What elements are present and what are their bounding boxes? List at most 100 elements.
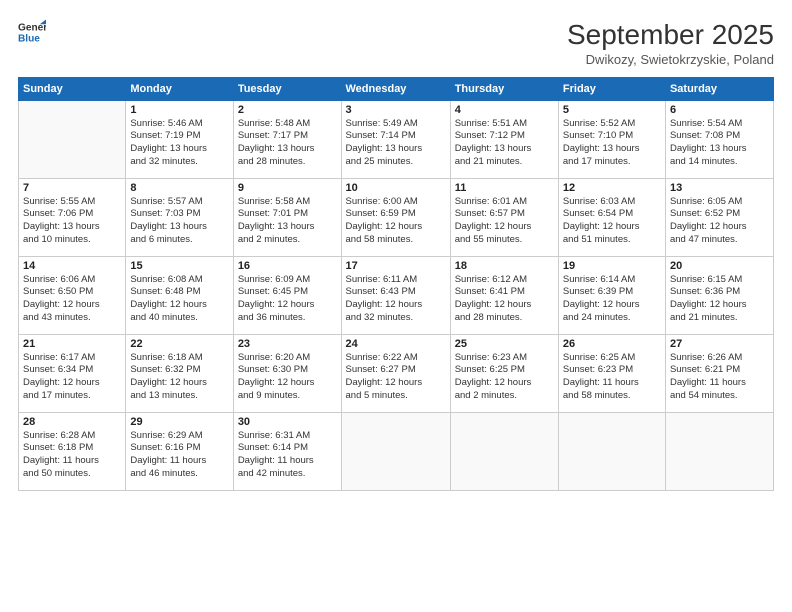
table-row: [19, 100, 126, 178]
day-number: 6: [670, 104, 769, 116]
day-info: Sunset: 6:16 PM: [130, 442, 228, 455]
day-info: Sunset: 6:39 PM: [563, 286, 661, 299]
table-row: [558, 412, 665, 490]
day-number: 13: [670, 182, 769, 194]
table-row: 19Sunrise: 6:14 AMSunset: 6:39 PMDayligh…: [558, 256, 665, 334]
day-info: Sunset: 6:45 PM: [238, 286, 337, 299]
day-info: Daylight: 12 hours: [563, 221, 661, 234]
day-info: and 55 minutes.: [455, 234, 554, 247]
table-row: 10Sunrise: 6:00 AMSunset: 6:59 PMDayligh…: [341, 178, 450, 256]
day-info: Sunset: 7:14 PM: [346, 130, 446, 143]
table-row: 13Sunrise: 6:05 AMSunset: 6:52 PMDayligh…: [665, 178, 773, 256]
day-info: Sunset: 6:25 PM: [455, 364, 554, 377]
day-info: Daylight: 13 hours: [130, 221, 228, 234]
table-row: [341, 412, 450, 490]
day-info: and 46 minutes.: [130, 468, 228, 481]
table-row: [450, 412, 558, 490]
day-info: Daylight: 11 hours: [238, 455, 337, 468]
day-info: Sunset: 7:12 PM: [455, 130, 554, 143]
day-info: Daylight: 12 hours: [670, 299, 769, 312]
day-info: Daylight: 11 hours: [670, 377, 769, 390]
day-info: Daylight: 12 hours: [346, 299, 446, 312]
day-info: Sunrise: 6:23 AM: [455, 352, 554, 365]
day-info: Daylight: 11 hours: [563, 377, 661, 390]
table-row: 29Sunrise: 6:29 AMSunset: 6:16 PMDayligh…: [126, 412, 233, 490]
day-info: Sunset: 6:34 PM: [23, 364, 121, 377]
day-info: Sunset: 6:30 PM: [238, 364, 337, 377]
day-info: Daylight: 12 hours: [238, 377, 337, 390]
day-info: Sunrise: 5:52 AM: [563, 118, 661, 131]
day-info: Sunrise: 6:03 AM: [563, 196, 661, 209]
day-info: and 51 minutes.: [563, 234, 661, 247]
day-info: Sunrise: 6:18 AM: [130, 352, 228, 365]
day-info: Sunset: 6:50 PM: [23, 286, 121, 299]
day-number: 7: [23, 182, 121, 194]
day-info: Daylight: 12 hours: [346, 377, 446, 390]
day-info: and 10 minutes.: [23, 234, 121, 247]
day-info: Sunset: 6:21 PM: [670, 364, 769, 377]
table-row: 5Sunrise: 5:52 AMSunset: 7:10 PMDaylight…: [558, 100, 665, 178]
day-number: 22: [130, 338, 228, 350]
col-tuesday: Tuesday: [233, 77, 341, 100]
day-number: 27: [670, 338, 769, 350]
table-row: 30Sunrise: 6:31 AMSunset: 6:14 PMDayligh…: [233, 412, 341, 490]
day-info: Sunrise: 6:17 AM: [23, 352, 121, 365]
day-info: Sunset: 6:59 PM: [346, 208, 446, 221]
table-row: 6Sunrise: 5:54 AMSunset: 7:08 PMDaylight…: [665, 100, 773, 178]
day-info: Daylight: 12 hours: [346, 221, 446, 234]
day-info: Sunrise: 5:51 AM: [455, 118, 554, 131]
day-info: and 17 minutes.: [23, 390, 121, 403]
day-info: Daylight: 12 hours: [455, 221, 554, 234]
table-row: 17Sunrise: 6:11 AMSunset: 6:43 PMDayligh…: [341, 256, 450, 334]
day-info: and 5 minutes.: [346, 390, 446, 403]
day-info: Daylight: 12 hours: [23, 299, 121, 312]
day-info: Daylight: 12 hours: [238, 299, 337, 312]
col-sunday: Sunday: [19, 77, 126, 100]
day-number: 4: [455, 104, 554, 116]
day-number: 11: [455, 182, 554, 194]
col-monday: Monday: [126, 77, 233, 100]
day-number: 15: [130, 260, 228, 272]
day-number: 21: [23, 338, 121, 350]
day-info: and 42 minutes.: [238, 468, 337, 481]
table-row: 28Sunrise: 6:28 AMSunset: 6:18 PMDayligh…: [19, 412, 126, 490]
day-info: Sunset: 7:06 PM: [23, 208, 121, 221]
table-row: 11Sunrise: 6:01 AMSunset: 6:57 PMDayligh…: [450, 178, 558, 256]
table-row: 18Sunrise: 6:12 AMSunset: 6:41 PMDayligh…: [450, 256, 558, 334]
day-number: 10: [346, 182, 446, 194]
table-row: [665, 412, 773, 490]
day-info: and 32 minutes.: [130, 156, 228, 169]
day-info: Sunrise: 5:55 AM: [23, 196, 121, 209]
day-info: Sunrise: 6:28 AM: [23, 430, 121, 443]
day-info: Daylight: 13 hours: [346, 143, 446, 156]
table-row: 22Sunrise: 6:18 AMSunset: 6:32 PMDayligh…: [126, 334, 233, 412]
day-info: Sunrise: 5:46 AM: [130, 118, 228, 131]
day-info: Sunrise: 6:08 AM: [130, 274, 228, 287]
day-info: and 28 minutes.: [455, 312, 554, 325]
day-info: Sunset: 7:17 PM: [238, 130, 337, 143]
day-info: and 13 minutes.: [130, 390, 228, 403]
day-info: Sunrise: 5:48 AM: [238, 118, 337, 131]
table-row: 15Sunrise: 6:08 AMSunset: 6:48 PMDayligh…: [126, 256, 233, 334]
calendar-table: Sunday Monday Tuesday Wednesday Thursday…: [18, 77, 774, 491]
day-info: Sunset: 6:43 PM: [346, 286, 446, 299]
day-info: Sunset: 6:23 PM: [563, 364, 661, 377]
day-info: and 40 minutes.: [130, 312, 228, 325]
col-saturday: Saturday: [665, 77, 773, 100]
subtitle: Dwikozy, Swietokrzyskie, Poland: [567, 52, 774, 67]
table-row: 8Sunrise: 5:57 AMSunset: 7:03 PMDaylight…: [126, 178, 233, 256]
day-info: Daylight: 13 hours: [130, 143, 228, 156]
day-info: Daylight: 13 hours: [238, 143, 337, 156]
day-number: 20: [670, 260, 769, 272]
day-info: Sunrise: 6:05 AM: [670, 196, 769, 209]
day-info: and 43 minutes.: [23, 312, 121, 325]
day-number: 25: [455, 338, 554, 350]
day-number: 26: [563, 338, 661, 350]
day-number: 3: [346, 104, 446, 116]
header: General Blue September 2025 Dwikozy, Swi…: [18, 18, 774, 67]
day-info: Daylight: 12 hours: [563, 299, 661, 312]
page: General Blue September 2025 Dwikozy, Swi…: [0, 0, 792, 612]
day-info: and 32 minutes.: [346, 312, 446, 325]
day-info: and 21 minutes.: [670, 312, 769, 325]
logo: General Blue: [18, 18, 46, 46]
